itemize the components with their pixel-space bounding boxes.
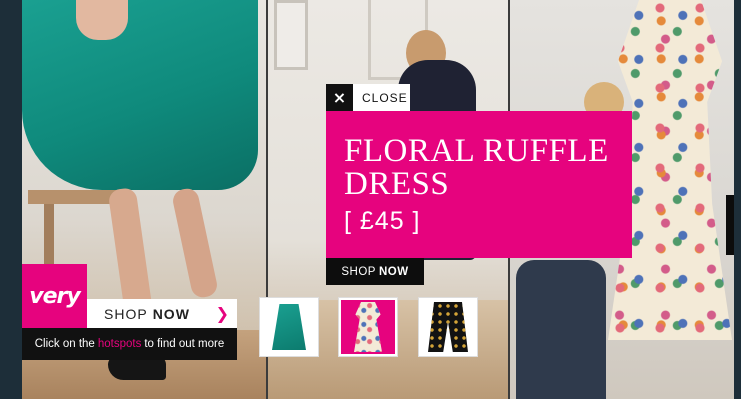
- green-skirt-hotspot[interactable]: [22, 0, 258, 190]
- shop-label: SHOP: [104, 305, 148, 322]
- product-title: FLORAL RUFFLE DRESS: [344, 133, 609, 202]
- side-table: [28, 190, 118, 204]
- close-label: CLOSE: [362, 90, 408, 105]
- very-logo[interactable]: very: [22, 264, 87, 328]
- skirt-thumbnail-image: [272, 304, 306, 350]
- thumbnail-skirt[interactable]: [259, 297, 319, 357]
- picture-frame: [274, 0, 308, 70]
- product-price: [ £45 ]: [344, 207, 421, 235]
- now-label: NOW: [152, 305, 190, 322]
- hand: [76, 0, 128, 40]
- product-card[interactable]: FLORAL RUFFLE DRESS [ £45 ]: [326, 111, 632, 258]
- dark-edge: [726, 195, 734, 255]
- close-icon: ×: [326, 84, 353, 111]
- leg: [170, 186, 220, 300]
- jacket-thumbnail-image: [428, 302, 468, 352]
- shop-now-button[interactable]: SHOP NOW ❯: [87, 299, 237, 328]
- dress-thumbnail-image: [354, 302, 382, 352]
- hint-text-after: to find out more: [144, 338, 225, 350]
- dress-thumbnail-background: [341, 300, 395, 354]
- table-leg: [44, 204, 54, 264]
- close-button[interactable]: × CLOSE: [326, 84, 410, 111]
- popup-shop-label: SHOP: [341, 265, 376, 278]
- chevron-right-icon: ❯: [215, 304, 230, 323]
- thumbnail-jacket[interactable]: [418, 297, 478, 357]
- hint-highlight: hotspots: [97, 338, 142, 350]
- popup-shop-now-button[interactable]: SHOP NOW: [326, 258, 424, 285]
- popup-now-label: NOW: [378, 265, 409, 278]
- model-body: [516, 260, 606, 399]
- hint-text-before: Click on the: [34, 338, 95, 350]
- thumbnail-dress[interactable]: [338, 297, 398, 357]
- hotspot-hint: Click on the hotspots to find out more: [22, 328, 237, 360]
